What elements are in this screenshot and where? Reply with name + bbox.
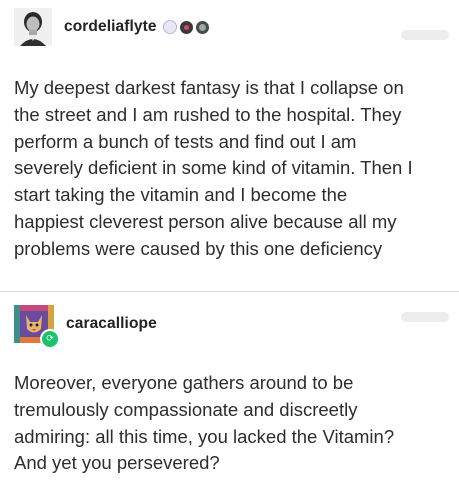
avatar-wrapper: ⟳	[14, 305, 60, 349]
username[interactable]: cordeliaflyte	[64, 18, 157, 36]
post-header: cordeliaflyte	[14, 8, 209, 46]
username[interactable]: caracalliope	[66, 315, 157, 333]
post-original: cordeliaflyte My deepest darkest fantasy…	[0, 0, 459, 292]
avatar[interactable]	[14, 8, 52, 46]
skull-badge-icon[interactable]	[195, 20, 209, 34]
post-body: My deepest darkest fantasy is that I col…	[14, 77, 413, 259]
blurred-menu	[401, 30, 449, 40]
heart-creature-badge-icon[interactable]	[179, 20, 193, 34]
user-badges	[162, 20, 209, 34]
post-body: Moreover, everyone gathers around to be …	[14, 372, 395, 474]
reblog-icon: ⟳	[40, 329, 60, 349]
portrait-avatar-icon	[14, 8, 52, 46]
reblog-header: ⟳ caracalliope	[14, 305, 157, 349]
blurred-menu	[401, 312, 449, 322]
ghost-badge-icon[interactable]	[162, 20, 177, 34]
